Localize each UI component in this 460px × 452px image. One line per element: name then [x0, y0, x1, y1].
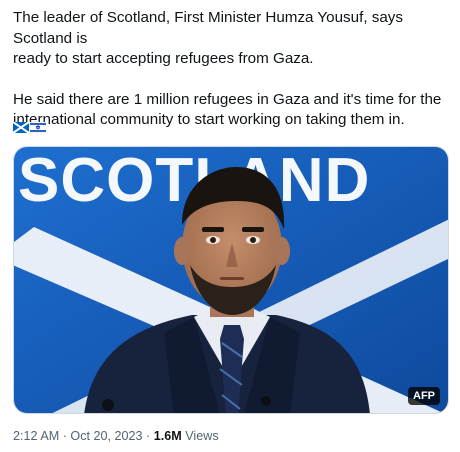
tweet-photo[interactable]: SCOTLAND AFP [13, 146, 449, 414]
tweet-date: Oct 20, 2023 [70, 429, 143, 443]
views-count: 1.6M [153, 429, 182, 443]
tweet-time: 2:12 AM [13, 429, 60, 443]
tweet: The leader of Scotland, First Minister H… [0, 0, 460, 452]
tweet-timestamp-link[interactable]: 2:12 AM · Oct 20, 2023 [13, 429, 143, 443]
views-label: Views [185, 429, 219, 443]
israel-flag-icon [30, 122, 46, 133]
photo-scene: SCOTLAND [14, 147, 448, 413]
tweet-views-link[interactable]: 1.6M Views [154, 429, 219, 443]
scotland-flag-icon [13, 122, 29, 133]
tweet-paragraph-1: The leader of Scotland, First Minister H… [13, 9, 403, 67]
tweet-meta: 2:12 AM · Oct 20, 2023 · 1.6M Views [13, 428, 219, 444]
tweet-text: The leader of Scotland, First Minister H… [13, 8, 449, 151]
tweet-paragraph-2: He said there are 1 million refugees in … [13, 90, 442, 129]
flag-emojis [13, 122, 46, 133]
meta-separator: · [62, 429, 67, 443]
meta-separator: · [146, 429, 151, 443]
photo-credit-badge: AFP [408, 387, 440, 405]
